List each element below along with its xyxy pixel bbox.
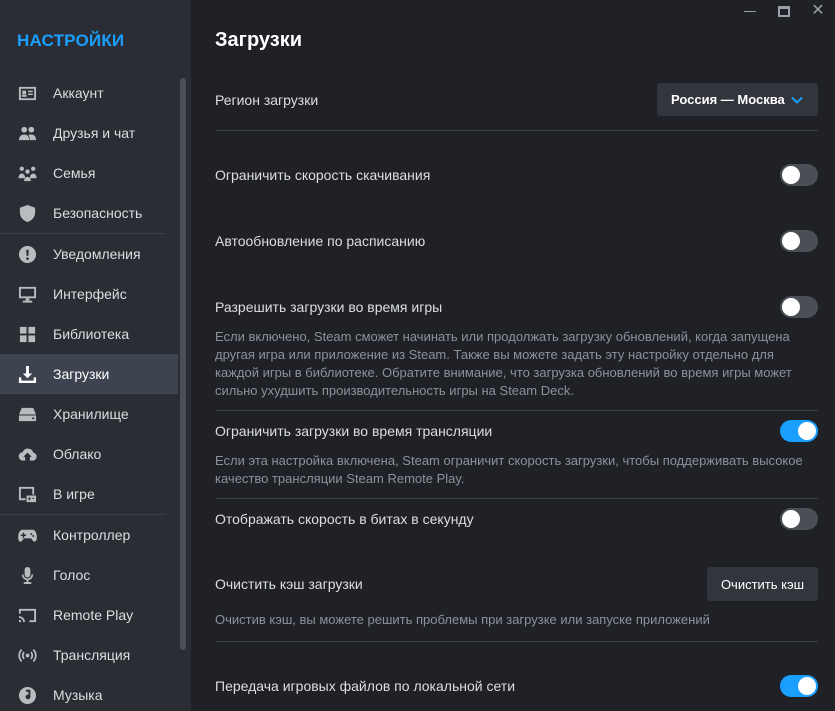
friends-icon	[17, 123, 37, 143]
sidebar-item-label: В игре	[53, 486, 95, 502]
cloud-icon	[17, 444, 37, 464]
sidebar-item-voice[interactable]: Голос	[0, 555, 178, 595]
ingame-icon	[17, 484, 37, 504]
id-card-icon	[17, 83, 37, 103]
sidebar-item-ingame[interactable]: В игре	[0, 474, 178, 514]
sidebar-item-label: Уведомления	[53, 246, 141, 262]
sidebar-item-cloud[interactable]: Облако	[0, 434, 178, 474]
setting-label: Разрешить загрузки во время игры	[215, 299, 443, 315]
microphone-icon	[17, 565, 37, 585]
bits-toggle[interactable]	[780, 508, 818, 530]
main-panel: Загрузки Регион загрузки Россия — Москва…	[191, 0, 835, 711]
gamepad-icon	[17, 525, 37, 545]
sidebar-item-downloads[interactable]: Загрузки	[0, 354, 178, 394]
sidebar-item-family[interactable]: Семья	[0, 153, 178, 193]
setting-label: Очистить кэш загрузки	[215, 576, 363, 592]
toggle-knob	[798, 677, 816, 695]
sidebar-item-label: Семья	[53, 165, 96, 181]
sidebar-item-label: Друзья и чат	[53, 125, 136, 141]
clear-cache-button[interactable]: Очистить кэш	[707, 567, 818, 601]
grid-icon	[17, 324, 37, 344]
toggle-knob	[782, 232, 800, 250]
sidebar-item-security[interactable]: Безопасность	[0, 193, 178, 233]
sidebar-item-music[interactable]: Музыка	[0, 675, 178, 711]
setting-limit-broadcast: Ограничить загрузки во время трансляции …	[215, 411, 818, 498]
sidebar-item-label: Аккаунт	[53, 85, 104, 101]
toggle-knob	[782, 298, 800, 316]
sidebar-item-label: Голос	[53, 567, 91, 583]
cast-icon	[17, 605, 37, 625]
sidebar-scrollbar[interactable]	[180, 78, 186, 650]
settings-content: Регион загрузки Россия — Москва Ограничи…	[215, 68, 818, 707]
region-value: Россия — Москва	[671, 92, 785, 107]
sidebar-item-broadcast[interactable]: Трансляция	[0, 635, 178, 675]
setting-lan-transfer: Передача игровых файлов по локальной сет…	[215, 642, 818, 707]
setting-label: Автообновление по расписанию	[215, 233, 426, 249]
limit-speed-toggle[interactable]	[780, 164, 818, 186]
setting-schedule: Автообновление по расписанию	[215, 208, 818, 274]
schedule-toggle[interactable]	[780, 230, 818, 252]
sidebar-item-label: Загрузки	[53, 366, 110, 382]
setting-label: Ограничить загрузки во время трансляции	[215, 423, 493, 439]
sidebar-title: НАСТРОЙКИ	[17, 31, 125, 50]
broadcast-icon	[17, 645, 37, 665]
setting-clear-cache: Очистить кэш загрузки Очистить кэш Очист…	[215, 552, 818, 641]
sidebar-item-label: Трансляция	[53, 647, 131, 663]
sidebar-item-controller[interactable]: Контроллер	[0, 515, 178, 555]
toggle-knob	[798, 422, 816, 440]
setting-label: Регион загрузки	[215, 91, 319, 108]
sidebar-item-label: Безопасность	[53, 205, 143, 221]
limit-broadcast-toggle[interactable]	[780, 420, 818, 442]
setting-description: Если включено, Steam сможет начинать или…	[215, 329, 792, 398]
chevron-down-icon	[791, 96, 803, 104]
storage-icon	[17, 404, 37, 424]
sidebar-item-account[interactable]: Аккаунт	[0, 73, 178, 113]
music-icon	[17, 685, 37, 705]
sidebar-item-label: Музыка	[53, 687, 103, 703]
setting-label: Ограничить скорость скачивания	[215, 167, 431, 183]
setting-limit-speed: Ограничить скорость скачивания	[215, 131, 818, 208]
lan-transfer-toggle[interactable]	[780, 675, 818, 697]
sidebar-item-label: Хранилище	[53, 406, 129, 422]
sidebar-item-remote-play[interactable]: Remote Play	[0, 595, 178, 635]
toggle-knob	[782, 166, 800, 184]
sidebar-item-interface[interactable]: Интерфейс	[0, 274, 178, 314]
sidebar-item-label: Библиотека	[53, 326, 130, 342]
page-title: Загрузки	[215, 29, 303, 51]
sidebar-item-storage[interactable]: Хранилище	[0, 394, 178, 434]
monitor-icon	[17, 284, 37, 304]
download-icon	[17, 364, 37, 384]
setting-allow-ingame: Разрешить загрузки во время игры Если вк…	[215, 274, 818, 410]
setting-description: Если эта настройка включена, Steam огран…	[215, 453, 803, 486]
setting-description: Очистив кэш, вы можете решить проблемы п…	[215, 612, 710, 627]
setting-label: Отображать скорость в битах в секунду	[215, 511, 474, 527]
sidebar-item-notifications[interactable]: Уведомления	[0, 234, 178, 274]
allow-ingame-toggle[interactable]	[780, 296, 818, 318]
family-icon	[17, 163, 37, 183]
sidebar-item-label: Облако	[53, 446, 102, 462]
setting-label: Передача игровых файлов по локальной сет…	[215, 678, 516, 694]
shield-icon	[17, 203, 37, 223]
sidebar-nav: Аккаунт Друзья и чат Семья Безопасность …	[0, 73, 178, 711]
region-dropdown[interactable]: Россия — Москва	[657, 83, 818, 116]
sidebar-item-friends[interactable]: Друзья и чат	[0, 113, 178, 153]
sidebar: НАСТРОЙКИ Аккаунт Друзья и чат Семья Без…	[0, 0, 191, 711]
sidebar-item-library[interactable]: Библиотека	[0, 314, 178, 354]
sidebar-item-label: Контроллер	[53, 527, 131, 543]
setting-region: Регион загрузки Россия — Москва	[215, 68, 818, 130]
sidebar-item-label: Remote Play	[53, 607, 134, 623]
alert-icon	[17, 244, 37, 264]
sidebar-item-label: Интерфейс	[53, 286, 127, 302]
setting-bits: Отображать скорость в битах в секунду	[215, 499, 818, 552]
toggle-knob	[782, 510, 800, 528]
